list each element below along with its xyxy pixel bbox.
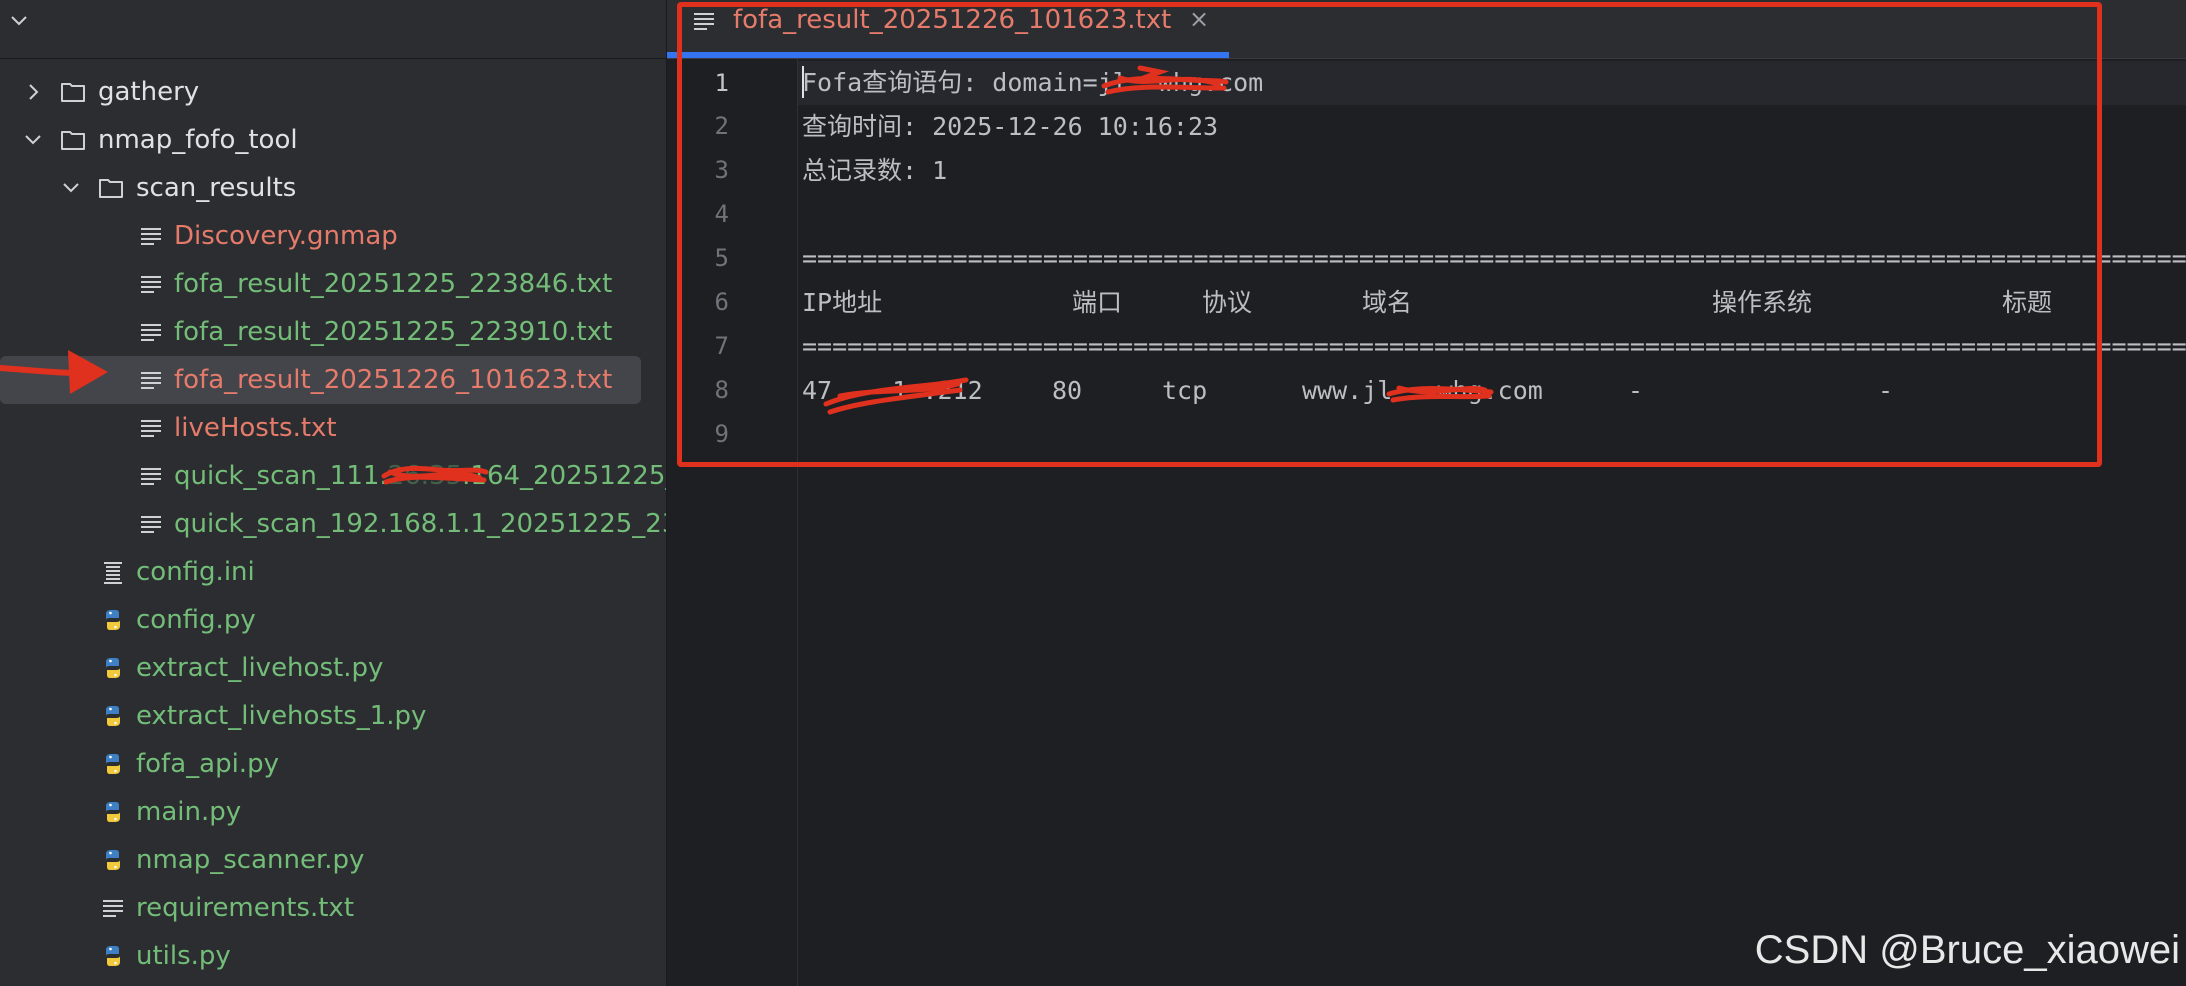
tree-item-label: requirements.txt — [136, 893, 355, 923]
text-file-icon — [138, 272, 164, 296]
tree-item-fofa-api[interactable]: fofa_api.py — [0, 740, 666, 788]
tree-item-config-py[interactable]: config.py — [0, 596, 666, 644]
python-icon — [100, 800, 126, 824]
tree-item-extract-livehost[interactable]: extract_livehost.py — [0, 644, 666, 692]
tree-item-label: extract_livehosts_1.py — [136, 701, 427, 731]
tree-item-label: config.ini — [136, 557, 255, 587]
tree-item-label: nmap_fofo_tool — [98, 125, 298, 155]
python-icon — [100, 704, 126, 728]
project-tree-header — [0, 0, 666, 59]
tree-item-utils[interactable]: utils.py — [0, 932, 666, 980]
folder-icon — [60, 80, 86, 104]
project-tree-panel: gathery nmap_fofo_tool scan_results Disc… — [0, 0, 667, 986]
folder-icon — [60, 128, 86, 152]
settings-file-icon — [100, 560, 126, 584]
tree-item-label: fofa_result_20251226_101623.txt — [174, 365, 613, 395]
tree-item-label: main.py — [136, 797, 242, 827]
redaction-scribble — [1386, 385, 1494, 403]
tree-item-label-start: quick_scan_111. — [174, 461, 388, 491]
tree-item-livehosts[interactable]: liveHosts.txt — [0, 404, 666, 452]
text-file-icon — [100, 896, 126, 920]
annotation-arrow-icon — [0, 350, 108, 394]
text-file-icon — [138, 464, 164, 488]
tree-item-fofa-result-223846[interactable]: fofa_result_20251225_223846.txt — [0, 260, 666, 308]
tree-item-scan-results[interactable]: scan_results — [0, 164, 666, 212]
tree-item-label: liveHosts.txt — [174, 413, 337, 443]
folder-icon — [98, 176, 124, 200]
tree-item-main[interactable]: main.py — [0, 788, 666, 836]
redaction-scribble — [1101, 65, 1229, 95]
chevron-down-icon[interactable] — [58, 175, 84, 201]
tree-item-nmap-fofo-tool[interactable]: nmap_fofo_tool — [0, 116, 666, 164]
tree-item-label: extract_livehost.py — [136, 653, 384, 683]
tree-item-label: config.py — [136, 605, 256, 635]
tree-item-label: nmap_scanner.py — [136, 845, 365, 875]
redaction-scribble — [381, 465, 489, 485]
tree-item-label: quick_scan_192.168.1.1_20251225_23 — [174, 509, 667, 539]
watermark: CSDN @Bruce_xiaowei — [1754, 928, 2180, 972]
text-file-icon — [138, 224, 164, 248]
tree-item-gathery[interactable]: gathery — [0, 68, 666, 116]
python-icon — [100, 608, 126, 632]
python-icon — [100, 752, 126, 776]
python-icon — [100, 848, 126, 872]
tree-item-label: fofa_result_20251225_223846.txt — [174, 269, 613, 299]
tree-item-label: fofa_result_20251225_223910.txt — [174, 317, 613, 347]
tree-item-config-ini[interactable]: config.ini — [0, 548, 666, 596]
text-file-icon — [138, 368, 164, 392]
text-file-icon — [138, 512, 164, 536]
chevron-down-icon[interactable] — [6, 8, 32, 34]
text-file-icon — [138, 320, 164, 344]
tree-item-label: gathery — [98, 77, 200, 107]
tree-item-label: Discovery.gnmap — [174, 221, 398, 251]
tree-item-discovery-gnmap[interactable]: Discovery.gnmap — [0, 212, 666, 260]
tree-item-label: utils.py — [136, 941, 231, 971]
python-icon — [100, 656, 126, 680]
tree-item-quick-scan-192[interactable]: quick_scan_192.168.1.1_20251225_23 — [0, 500, 666, 548]
chevron-down-icon[interactable] — [20, 127, 46, 153]
tree-item-extract-livehosts-1[interactable]: extract_livehosts_1.py — [0, 692, 666, 740]
tree-item-label: scan_results — [136, 173, 297, 203]
chevron-right-icon[interactable] — [20, 79, 46, 105]
tree-item-nmap-scanner[interactable]: nmap_scanner.py — [0, 836, 666, 884]
tree-item-label-end: .164_20251225_ — [462, 461, 667, 491]
tree-item-label: fofa_api.py — [136, 749, 279, 779]
redaction-scribble — [823, 377, 969, 415]
text-file-icon — [138, 416, 164, 440]
tree-item-requirements[interactable]: requirements.txt — [0, 884, 666, 932]
python-icon — [100, 944, 126, 968]
tree-item-quick-scan-111[interactable]: quick_scan_111.26.35.164_20251225_ — [0, 452, 666, 500]
